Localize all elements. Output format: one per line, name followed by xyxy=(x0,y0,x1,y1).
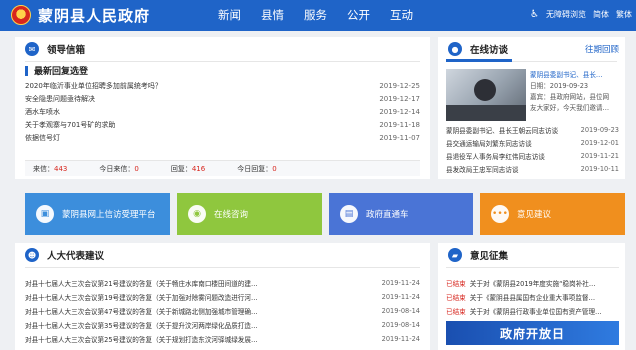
list-item[interactable]: 蒙阴县委副书记、县长王朝云同志访谈 2019-09-23 xyxy=(446,123,619,136)
wheelchair-icon: ♿ xyxy=(530,9,539,20)
mailbox-title[interactable]: 领导信箱 xyxy=(47,42,85,56)
list-item[interactable]: 对县十七届人大三次会议第35号建议的答复（关于提升汶河两岸绿化品质打造… 2019… xyxy=(25,318,420,332)
online-interview-panel: ● 在线访谈 往期回顾 蒙阴县委副书记、县长… 日期：2019-09-23 嘉宾… xyxy=(438,37,625,179)
opinion-list: 已结束 关于对《蒙阴县2019年度实施“稳岗补社… 已结束 关于《蒙阴县县属国有企业… xyxy=(446,276,619,318)
npc-suggestions-panel: ☻ 人大代表建议 对县十七届人大三次会议第21号建议的答复（关于畅庄水库南口楼田… xyxy=(15,243,430,350)
interview-photo[interactable] xyxy=(446,69,526,121)
npc-header: ☻ 人大代表建议 xyxy=(25,248,104,262)
bus-icon: ▤ xyxy=(340,205,358,223)
list-item[interactable]: 已结束 关于对《蒙阴县2019年度实施“稳岗补社… xyxy=(446,276,619,290)
list-item[interactable]: 已结束 关于对《蒙阴县行政事业单位国有资产管理… xyxy=(446,304,619,318)
nav-news[interactable]: 新闻 xyxy=(218,7,241,23)
latest-replies-title: 最新回复选登 xyxy=(34,67,89,77)
mailbox-list: 2020年临沂事业单位招聘多加前属统考吗？ 2019-12-25 安全隐患问题亟待… xyxy=(25,79,420,144)
mailbox-stats: 来信：443 今日来信：0 回复：416 今日回复：0 xyxy=(25,160,420,176)
list-item[interactable]: 县发改局王忠军同志访谈 2019-10-11 xyxy=(446,162,619,175)
photo-person xyxy=(474,79,496,101)
mailbox-icon: ✉ xyxy=(25,42,39,56)
latest-replies-heading: 最新回复选登 xyxy=(25,64,88,77)
interview-title[interactable]: 在线访谈 xyxy=(470,42,508,56)
folder-icon: ▰ xyxy=(448,248,462,262)
opinion-title[interactable]: 意见征集 xyxy=(470,248,508,262)
people-icon: ☻ xyxy=(25,248,39,262)
stat-received: 来信：443 xyxy=(33,164,68,173)
interview-feature: 蒙阴县委副书记、县长… 日期：2019-09-23 嘉宾：县政府网站，县位网 友… xyxy=(530,70,620,114)
npc-title[interactable]: 人大代表建议 xyxy=(47,248,104,262)
accessible-browse-link[interactable]: 无障碍浏览 xyxy=(546,9,586,20)
feature-name[interactable]: 蒙阴县委副书记、县长… xyxy=(530,70,620,81)
active-tab-indicator xyxy=(446,59,512,62)
national-emblem-logo xyxy=(11,5,31,25)
stat-today: 今日来信：0 xyxy=(99,164,139,173)
online-consult-tile[interactable]: ◉ 在线咨询 xyxy=(177,193,322,235)
list-item[interactable]: 对县十七届人大三次会议第25号建议的答复（关于规划打造东汶河驿城绿发展… 2019… xyxy=(25,332,420,346)
interview-header: ● 在线访谈 xyxy=(448,42,508,56)
traditional-chinese-link[interactable]: 繁体 xyxy=(616,9,632,20)
list-item[interactable]: 县交通运输局刘繁东同志访谈 2019-12-01 xyxy=(446,136,619,149)
divider xyxy=(25,267,420,268)
list-item[interactable]: 已结束 关于《蒙阴县县属国有企业重大事项监督… xyxy=(446,290,619,304)
opinion-collection-panel: ▰ 意见征集 已结束 关于对《蒙阴县2019年度实施“稳岗补社… 已结束 关于《蒙阴… xyxy=(438,243,625,350)
feature-date: 日期：2019-09-23 xyxy=(530,82,589,90)
divider xyxy=(25,61,420,62)
divider xyxy=(446,267,619,268)
nav-open[interactable]: 公开 xyxy=(347,7,370,23)
main-nav: 新闻 县情 服务 公开 互动 xyxy=(218,7,413,23)
nav-services[interactable]: 服务 xyxy=(304,7,327,23)
stat-reply: 回复：416 xyxy=(170,164,206,173)
mailbox-header: ✉ 领导信箱 xyxy=(25,42,85,56)
tab-past-review[interactable]: 往期回顾 xyxy=(585,43,619,55)
nav-interaction[interactable]: 互动 xyxy=(390,7,413,23)
heading-bar xyxy=(25,65,28,76)
leader-mailbox-panel: ✉ 领导信箱 最新回复选登 2020年临沂事业单位招聘多加前属统考吗？ 2019-… xyxy=(15,37,430,179)
list-item[interactable]: 关于孝观寨与701号矿的求助 2019-11-18 xyxy=(25,118,420,131)
list-item[interactable]: 对县十七届人大三次会议第47号建议的答复（关于新城路北侧加强城市管理确… 2019… xyxy=(25,304,420,318)
suggestion-tile[interactable]: ••• 意见建议 xyxy=(480,193,625,235)
site-header: 蒙阴县人民政府 新闻 县情 服务 公开 互动 ♿ 无障碍浏览 简体 繁体 xyxy=(0,0,636,31)
nav-county-info[interactable]: 县情 xyxy=(261,7,284,23)
stat-today-reply: 今日回复：0 xyxy=(237,164,277,173)
list-item[interactable]: 酒水车喷水 2019-12-14 xyxy=(25,105,420,118)
photo-desk xyxy=(446,105,526,121)
chat-icon: ◉ xyxy=(188,205,206,223)
petition-platform-tile[interactable]: ▣ 蒙阴县网上信访受理平台 xyxy=(25,193,170,235)
list-item[interactable]: 县退役军人事务局李红伟同志访谈 2019-11-21 xyxy=(446,149,619,162)
comment-icon: ••• xyxy=(491,205,509,223)
opinion-header: ▰ 意见征集 xyxy=(448,248,508,262)
list-item[interactable]: 依据信号灯 2019-11-07 xyxy=(25,131,420,144)
open-day-banner[interactable]: 政府开放日 xyxy=(446,321,619,345)
government-express-tile[interactable]: ▤ 政府直通车 xyxy=(329,193,473,235)
list-item[interactable]: 安全隐患问题亟待解决 2019-12-17 xyxy=(25,92,420,105)
list-item[interactable]: 对县十七届人大三次会议第21号建议的答复（关于畅庄水库南口楼田间道的建… 2019… xyxy=(25,276,420,290)
service-tiles: ▣ 蒙阴县网上信访受理平台 ◉ 在线咨询 ▤ 政府直通车 ••• 意见建议 xyxy=(15,193,625,235)
interview-list: 蒙阴县委副书记、县长王朝云同志访谈 2019-09-23 县交通运输局刘繁东同志访… xyxy=(446,123,619,175)
feature-guest: 嘉宾：县政府网站，县位网 xyxy=(530,93,610,101)
utility-links: ♿ 无障碍浏览 简体 繁体 xyxy=(530,9,632,20)
list-item[interactable]: 2020年临沂事业单位招聘多加前属统考吗？ 2019-12-25 xyxy=(25,79,420,92)
npc-list: 对县十七届人大三次会议第21号建议的答复（关于畅庄水库南口楼田间道的建… 2019… xyxy=(25,276,420,346)
list-item[interactable]: 对县十七届人大三次会议第19号建议的答复（关于加强对除雾问题改造进行河… 2019… xyxy=(25,290,420,304)
site-title[interactable]: 蒙阴县人民政府 xyxy=(38,5,150,26)
microphone-icon: ● xyxy=(448,42,462,56)
simplified-chinese-link[interactable]: 简体 xyxy=(593,9,609,20)
briefcase-icon: ▣ xyxy=(36,205,54,223)
feature-desc: 友大家好，今天我们邀请… xyxy=(530,104,610,112)
